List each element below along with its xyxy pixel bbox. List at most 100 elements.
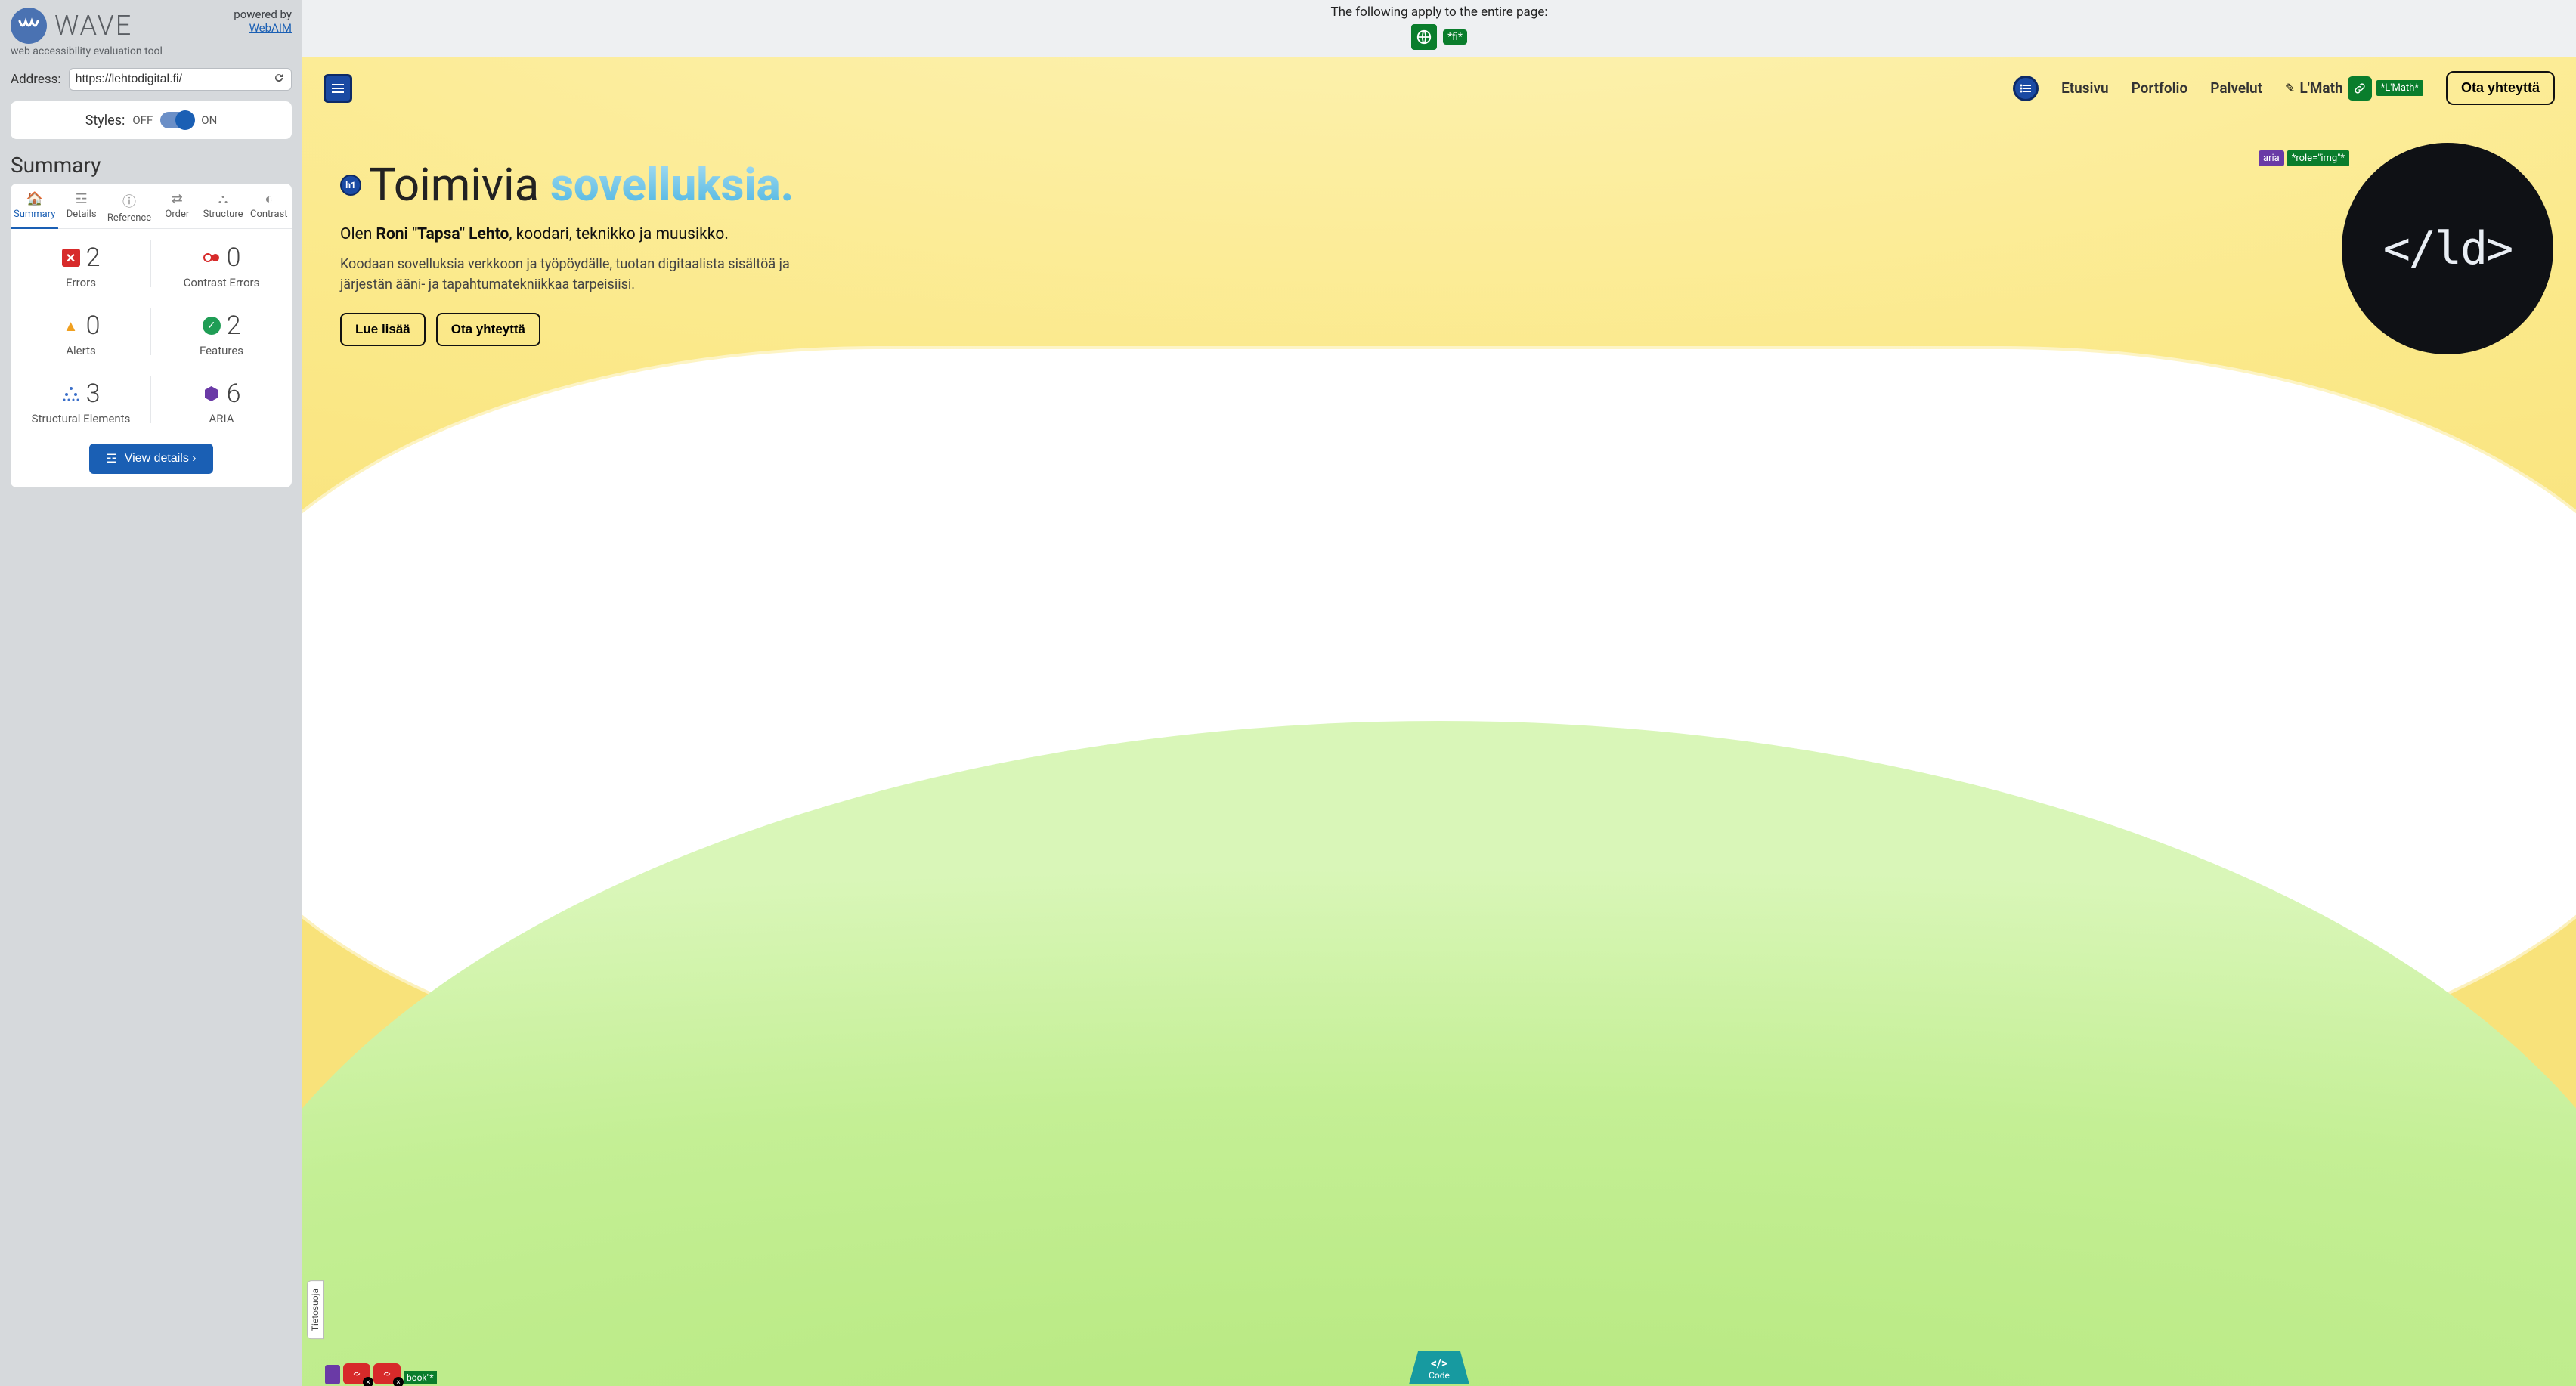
page-notice-text: The following apply to the entire page: <box>302 5 2576 20</box>
refresh-icon[interactable] <box>273 72 285 87</box>
page-content: The following apply to the entire page: … <box>302 0 2576 1386</box>
powered-prefix: powered by <box>234 8 292 21</box>
address-row: Address: <box>11 68 292 91</box>
view-details-label: View details › <box>125 452 197 466</box>
cta-read-more-button[interactable]: Lue lisää <box>340 313 426 346</box>
lmath-group: ✎ L'Math *L'Math* <box>2285 76 2423 101</box>
tab-summary[interactable]: 🏠 Summary <box>11 184 58 228</box>
brand-title: WAVE <box>54 10 132 42</box>
tab-label: Details <box>67 209 97 220</box>
lang-badge[interactable]: *fi* <box>1443 29 1467 45</box>
cta-contact-button[interactable]: Ota yhteyttä <box>436 313 540 346</box>
tab-reference[interactable]: ⓘ Reference <box>104 184 154 228</box>
broken-link-icon-2[interactable]: × <box>373 1363 401 1384</box>
view-details-button[interactable]: ☲ View details › <box>89 444 212 474</box>
alerts-count: 0 <box>86 311 101 341</box>
styles-on-label: ON <box>201 113 217 127</box>
tab-contrast[interactable]: ◐ Contrast <box>246 184 292 228</box>
webaim-link[interactable]: WebAIM <box>249 21 292 35</box>
contrast-icon: ◐ <box>249 191 289 207</box>
structural-icon <box>62 385 80 403</box>
tab-label: Summary <box>14 209 55 220</box>
tab-label: Reference <box>107 212 151 224</box>
aria-annotation: aria *role="img"* <box>2259 150 2349 166</box>
h1-row: h1 Toimivia sovelluksia. <box>340 158 824 212</box>
page-notice-strip: The following apply to the entire page: … <box>302 0 2576 57</box>
code-panel-tab[interactable]: </> Code <box>1409 1351 1469 1384</box>
wave-logo-icon <box>11 8 47 44</box>
cell-structural[interactable]: 3 Structural Elements <box>11 365 151 433</box>
site-nav: Etusivu Portfolio Palvelut ✎ L'Math *L'M… <box>302 57 2576 105</box>
role-img-badge[interactable]: *role="img"* <box>2287 150 2349 166</box>
evaluated-page: Etusivu Portfolio Palvelut ✎ L'Math *L'M… <box>302 57 2576 1384</box>
order-icon: ⇄ <box>157 191 197 207</box>
cell-contrast-errors[interactable]: 0 Contrast Errors <box>151 229 292 297</box>
book-badge[interactable]: book"* <box>404 1371 437 1384</box>
address-box <box>69 68 292 91</box>
lmath-badge[interactable]: *L'Math* <box>2376 80 2423 96</box>
aria-label: ARIA <box>159 412 284 425</box>
list-icon: ☲ <box>61 191 101 207</box>
summary-panel: 🏠 Summary ☲ Details ⓘ Reference ⇄ Order … <box>11 184 292 487</box>
structural-label: Structural Elements <box>18 412 144 425</box>
wave-sidebar: WAVE web accessibility evaluation tool p… <box>0 0 302 1386</box>
lead-post: , koodari, teknikko ja muusikko. <box>509 225 729 243</box>
brand: WAVE <box>11 8 163 44</box>
list-icon: ☲ <box>106 451 116 466</box>
aria-stub-icon[interactable] <box>325 1365 340 1384</box>
styles-off-label: OFF <box>132 113 153 127</box>
contrast-icon <box>203 249 221 267</box>
tab-structure[interactable]: ⛬ Structure <box>200 184 246 228</box>
hero-logo-circle: </ld> <box>2342 143 2553 354</box>
styles-toggle-box: Styles: OFF ON <box>11 101 292 139</box>
bottom-annotations: × × book"* <box>325 1363 437 1384</box>
styles-toggle[interactable] <box>160 112 194 128</box>
tab-label: Contrast <box>250 209 288 220</box>
tab-label: Order <box>165 209 189 220</box>
contrast-count: 0 <box>227 243 241 273</box>
annotation-heading-icon[interactable] <box>324 74 352 103</box>
info-icon: ⓘ <box>107 191 151 211</box>
address-label: Address: <box>11 72 61 87</box>
hero-desc: Koodaan sovelluksia verkkoon ja työpöydä… <box>340 254 824 295</box>
nav-contact-button[interactable]: Ota yhteyttä <box>2446 71 2555 105</box>
nav-link-etusivu[interactable]: Etusivu <box>2061 79 2109 97</box>
nav-link-palvelut[interactable]: Palvelut <box>2210 79 2262 97</box>
alerts-label: Alerts <box>18 344 144 357</box>
brand-block: WAVE web accessibility evaluation tool <box>11 8 163 57</box>
language-icon[interactable] <box>1411 24 1437 50</box>
tab-details[interactable]: ☲ Details <box>58 184 104 228</box>
aria-badge-icon[interactable]: aria <box>2259 150 2284 166</box>
cell-alerts[interactable]: ▲ 0 Alerts <box>11 297 151 365</box>
aria-count: 6 <box>227 379 241 409</box>
contrast-label: Contrast Errors <box>159 276 284 289</box>
annotation-list-icon[interactable] <box>2013 76 2039 101</box>
powered-by: powered by WebAIM <box>234 8 292 35</box>
alert-icon: ▲ <box>62 317 80 335</box>
tab-label: Structure <box>203 209 243 220</box>
code-label: Code <box>1429 1370 1450 1381</box>
close-icon: × <box>363 1377 373 1386</box>
cta-row: Lue lisää Ota yhteyttä <box>340 313 824 346</box>
annotation-link-icon[interactable] <box>2348 76 2372 101</box>
nav-link-portfolio[interactable]: Portfolio <box>2132 79 2188 97</box>
pencil-icon: ✎ <box>2285 81 2295 95</box>
structure-icon: ⛬ <box>203 191 243 207</box>
brand-subtitle: web accessibility evaluation tool <box>11 45 163 57</box>
errors-count: 2 <box>86 243 101 273</box>
sidebar-header: WAVE web accessibility evaluation tool p… <box>11 8 292 57</box>
h1-part-b: sovelluksia. <box>550 158 794 212</box>
h1-badge-icon[interactable]: h1 <box>340 175 361 196</box>
cell-errors[interactable]: ✕ 2 Errors <box>11 229 151 297</box>
privacy-tab[interactable]: Tietosuoja <box>307 1280 324 1339</box>
page-heading: Toimivia sovelluksia. <box>369 158 794 212</box>
cell-aria[interactable]: 6 ARIA <box>151 365 292 433</box>
structural-count: 3 <box>86 379 101 409</box>
tab-order[interactable]: ⇄ Order <box>154 184 200 228</box>
lead-pre: Olen <box>340 225 376 243</box>
cell-features[interactable]: ✓ 2 Features <box>151 297 292 365</box>
address-input[interactable] <box>76 73 273 86</box>
nav-link-lmath[interactable]: L'Math <box>2299 79 2342 97</box>
styles-label: Styles: <box>85 113 125 128</box>
broken-link-icon-1[interactable]: × <box>343 1363 370 1384</box>
